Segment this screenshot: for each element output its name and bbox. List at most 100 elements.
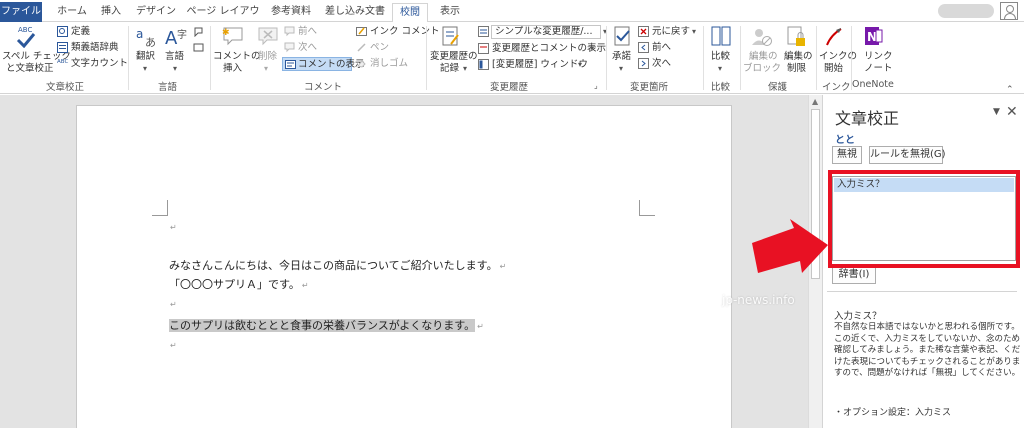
- document-line[interactable]: みなさんこんにちは、今日はこの商品についてご紹介いたします。 ↵: [169, 259, 506, 274]
- ignore-rule-button[interactable]: ルールを無視(G): [869, 146, 946, 164]
- show-markup-button[interactable]: 変更履歴とコメントの表示 ▾: [478, 43, 606, 56]
- tab-review[interactable]: 校閲: [392, 3, 428, 23]
- svg-text:あ: あ: [145, 36, 156, 48]
- block-authors-label: 編集の: [749, 51, 778, 62]
- next-comment-label: 次へ: [298, 42, 318, 53]
- dictionary-button[interactable]: 辞書(I): [832, 266, 876, 284]
- pen-label: ペン: [370, 42, 390, 53]
- document-line-text: みなさんこんにちは、今日はこの商品についてご紹介いたします。: [169, 259, 498, 272]
- dialog-launcher-icon[interactable]: ⌟: [594, 81, 598, 90]
- group-label-tracking: 変更履歴: [490, 82, 529, 93]
- block-authors-button[interactable]: 編集の ブロック: [743, 24, 781, 76]
- language-option-icon[interactable]: [193, 26, 204, 37]
- new-comment-button[interactable]: ✱ コメントの 挿入: [213, 24, 261, 76]
- define-button[interactable]: 定義: [57, 26, 107, 39]
- thesaurus-label: 類義語辞典: [71, 42, 119, 53]
- translate-icon: aあ: [136, 27, 156, 48]
- ink-comment-button[interactable]: インク コメント: [356, 26, 440, 39]
- document-line-text: 「〇〇〇サプリＡ」です。: [169, 278, 300, 291]
- group-separator: [128, 26, 129, 90]
- start-inking-label-2: 開始: [824, 63, 844, 74]
- scroll-up-icon[interactable]: ▲: [812, 97, 818, 106]
- show-comments-button[interactable]: コメントの表示: [282, 57, 365, 71]
- compare-icon: [711, 26, 731, 46]
- next-comment-button[interactable]: 次へ: [284, 42, 324, 55]
- ribbon-tab-bar: ファイル ホーム 挿入 デザイン ページ レイアウト 参考資料 差し込み文書 校…: [0, 0, 1024, 34]
- language-option-icon-2[interactable]: [193, 42, 204, 53]
- reviewing-pane-button[interactable]: [変更履歴] ウィンドウ ▾: [478, 59, 588, 72]
- spelling-grammar-button[interactable]: ABC スペル チェック と文章校正: [2, 24, 71, 76]
- next-comment-icon: [284, 42, 295, 53]
- svg-text:a: a: [136, 27, 143, 41]
- spelling-label-2: と文章校正: [6, 63, 54, 74]
- group-label-ink: インク: [822, 82, 851, 93]
- track-changes-label: 変更履歴の: [430, 51, 478, 62]
- next-change-icon: [638, 58, 649, 69]
- restrict-editing-button[interactable]: 編集の 制限: [780, 24, 814, 76]
- group-label-language: 言語: [158, 82, 178, 93]
- accept-icon: [614, 26, 630, 46]
- crop-mark-left: [152, 200, 168, 216]
- reviewing-pane-label: [変更履歴] ウィンドウ: [492, 59, 588, 70]
- collapse-ribbon-icon[interactable]: ⌃: [1006, 85, 1014, 95]
- language-icon: A字: [165, 28, 187, 48]
- chevron-down-icon: ▾: [590, 44, 595, 53]
- tab-view[interactable]: 表示: [434, 3, 466, 22]
- previous-change-button[interactable]: 前へ: [638, 42, 678, 55]
- language-button[interactable]: A字 言語 ▾: [162, 24, 190, 76]
- new-comment-icon: ✱: [222, 27, 243, 46]
- chevron-down-icon: ▾: [264, 64, 269, 73]
- compare-button[interactable]: 比較 ▾: [706, 24, 736, 76]
- tab-file[interactable]: ファイル: [0, 2, 42, 22]
- tab-design[interactable]: デザイン: [132, 3, 180, 22]
- thesaurus-button[interactable]: 類義語辞典: [57, 42, 127, 55]
- selected-text: このサプリは飲むととと食事の栄養バランスがよくなります。: [169, 319, 476, 332]
- tab-page-layout[interactable]: ページ レイアウト: [186, 3, 260, 34]
- show-comments-label: コメントの表示: [298, 59, 365, 70]
- document-line[interactable]: 「〇〇〇サプリＡ」です。 ↵: [169, 278, 309, 293]
- markup-dropdown-value: シンプルな変更履歴/...: [495, 26, 593, 37]
- pane-title: 文章校正: [835, 109, 900, 128]
- word-count-button[interactable]: ABC 文字カウント: [57, 58, 128, 71]
- track-changes-label-2: 記録: [440, 63, 460, 74]
- track-changes-button[interactable]: 変更履歴の 記録 ▾: [428, 24, 478, 76]
- chevron-down-icon: ▾: [463, 64, 468, 73]
- onenote-icon: N: [865, 27, 883, 45]
- markup-dropdown[interactable]: シンプルな変更履歴/...: [491, 25, 601, 39]
- linked-notes-button[interactable]: N リンク ノート: [856, 24, 893, 76]
- watermark: jp-news.info: [722, 293, 795, 307]
- tab-mailings[interactable]: 差し込み文書: [322, 3, 388, 22]
- chevron-down-icon: ▾: [619, 64, 624, 73]
- reject-button[interactable]: 元に戻す ▾: [638, 26, 698, 39]
- delete-comment-button[interactable]: 削除 ▾: [255, 24, 281, 76]
- reviewing-pane-icon: [478, 59, 489, 70]
- option-setting[interactable]: ・オプション設定：入力ミス: [834, 405, 951, 418]
- document-line-selected[interactable]: このサプリは飲むととと食事の栄養バランスがよくなります。 ↵: [169, 319, 484, 334]
- pane-options-icon[interactable]: ▼: [993, 107, 1000, 117]
- show-markup-icon: [478, 43, 489, 54]
- previous-comment-button[interactable]: 前へ: [284, 26, 324, 39]
- start-inking-button[interactable]: インクの 開始: [818, 24, 857, 76]
- account-name[interactable]: [938, 4, 994, 18]
- new-comment-label: コメントの: [213, 51, 261, 62]
- markup-icon: [478, 26, 489, 37]
- group-separator: [703, 26, 704, 90]
- reject-label: 元に戻す: [652, 26, 691, 37]
- reject-icon: [638, 26, 649, 37]
- next-change-button[interactable]: 次へ: [638, 58, 678, 71]
- tab-references[interactable]: 参考資料: [266, 3, 316, 22]
- restrict-editing-label: 編集の: [784, 51, 813, 62]
- group-separator: [210, 26, 211, 90]
- eraser-button[interactable]: 消しゴム: [356, 58, 408, 71]
- chevron-down-icon: ▾: [692, 27, 697, 36]
- ignore-button[interactable]: 無視: [832, 146, 862, 164]
- pen-button[interactable]: ペン: [356, 42, 396, 55]
- close-icon[interactable]: ✕: [1006, 104, 1018, 120]
- new-comment-label-2: 挿入: [223, 63, 243, 74]
- accept-button[interactable]: 承諾 ▾: [608, 24, 636, 76]
- define-icon: [57, 26, 68, 37]
- tab-home[interactable]: ホーム: [52, 3, 92, 22]
- tab-insert[interactable]: 挿入: [96, 3, 126, 22]
- user-icon[interactable]: [1000, 2, 1018, 20]
- translate-button[interactable]: aあ 翻訳 ▾: [132, 24, 160, 76]
